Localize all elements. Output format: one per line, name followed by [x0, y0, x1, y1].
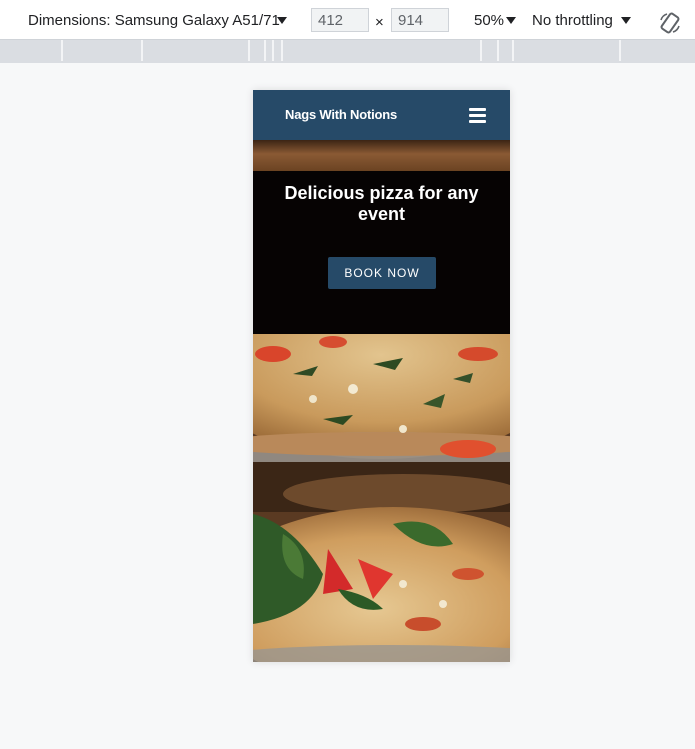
caret-down-icon[interactable] — [621, 17, 631, 24]
ruler-divider — [141, 40, 143, 61]
caret-down-icon[interactable] — [506, 17, 516, 24]
hamburger-icon[interactable] — [469, 108, 486, 123]
throttling-select[interactable]: No throttling — [532, 12, 613, 29]
site-brand[interactable]: Nags With Notions — [285, 107, 397, 122]
hero-section: Delicious pizza for any event BOOK NOW — [253, 171, 510, 334]
device-dimensions-select[interactable]: Dimensions: Samsung Galaxy A51/71 — [28, 12, 280, 29]
ruler-divider — [264, 40, 266, 61]
device-viewport: Nags With Notions Delicious pizza for an… — [253, 90, 510, 662]
rotate-icon[interactable] — [658, 11, 682, 35]
book-now-button[interactable]: BOOK NOW — [328, 257, 436, 289]
zoom-select[interactable]: 50% — [474, 12, 504, 29]
ruler-divider — [497, 40, 499, 61]
pizza-photo — [253, 334, 510, 662]
height-input[interactable]: 914 — [391, 8, 449, 32]
ruler-divider — [512, 40, 514, 61]
hero-title: Delicious pizza for any event — [284, 183, 479, 224]
ruler-divider — [61, 40, 63, 61]
ruler-divider — [248, 40, 250, 61]
site-header: Nags With Notions — [253, 90, 510, 140]
ruler-divider — [619, 40, 621, 61]
ruler-divider — [272, 40, 274, 61]
ruler-divider — [480, 40, 482, 61]
devtools-device-toolbar: Dimensions: Samsung Galaxy A51/71 412 × … — [0, 0, 695, 40]
caret-down-icon[interactable] — [277, 17, 287, 24]
media-query-ruler[interactable] — [0, 40, 695, 63]
hero-image-strip — [253, 140, 510, 171]
times-sign: × — [375, 14, 384, 31]
ruler-divider — [281, 40, 283, 61]
width-input[interactable]: 412 — [311, 8, 369, 32]
